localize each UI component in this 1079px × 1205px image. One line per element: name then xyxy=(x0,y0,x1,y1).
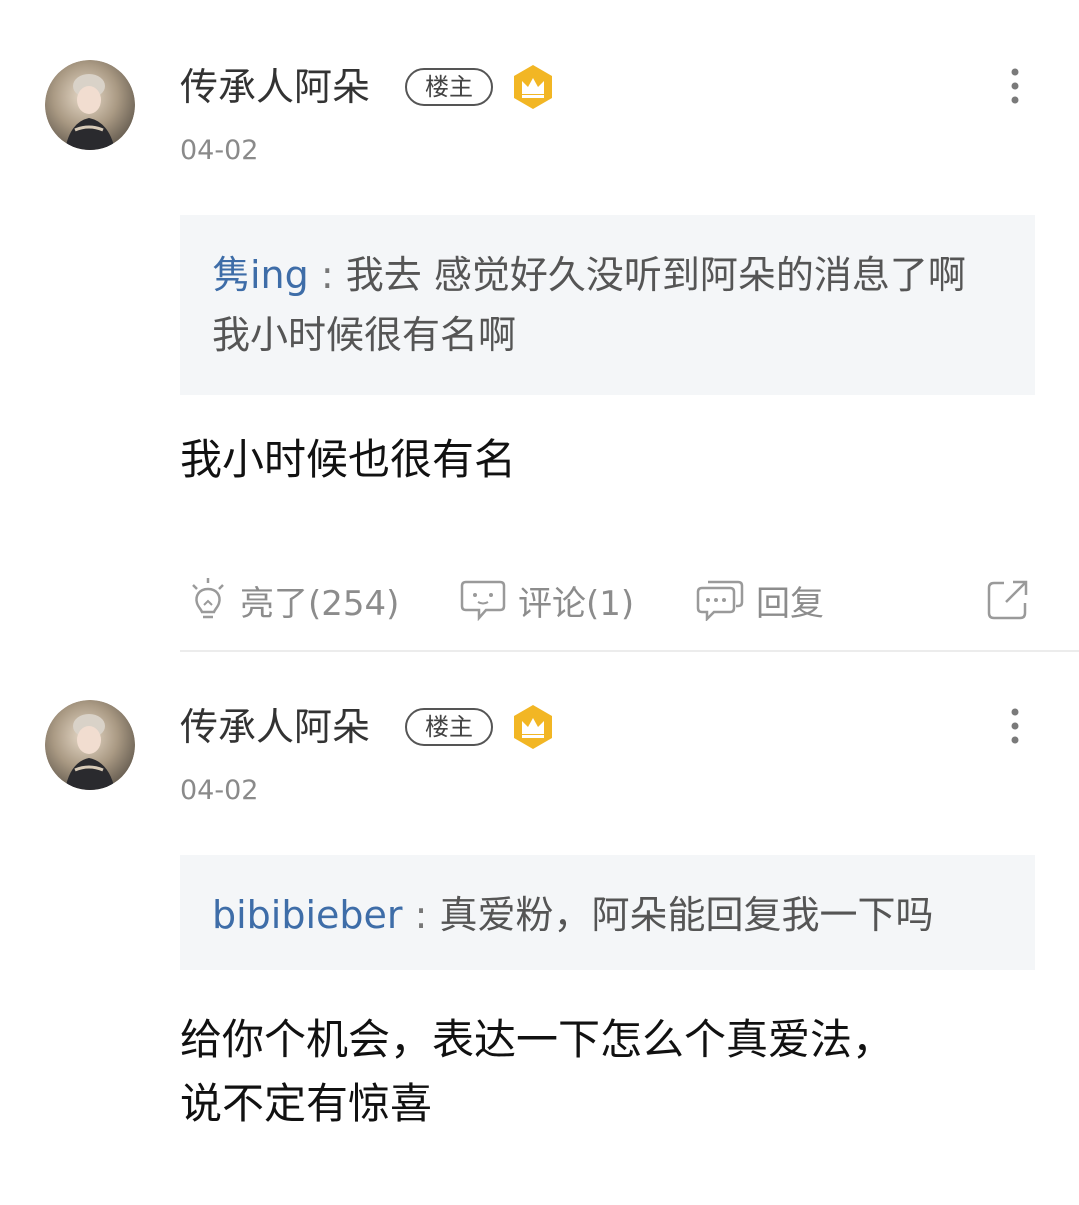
crown-icon xyxy=(512,64,554,110)
share-button[interactable] xyxy=(986,570,1030,630)
host-badge: 楼主 xyxy=(405,68,493,106)
lightbulb-icon xyxy=(192,578,224,619)
post-date: 04-02 xyxy=(180,775,259,806)
post-divider xyxy=(180,650,1079,652)
quoted-username[interactable]: 隽ing xyxy=(212,253,309,297)
reply-icon xyxy=(696,580,744,621)
reply-text: 我小时候也很有名 xyxy=(180,435,517,484)
action-bar: 亮了(254) 评论(1) 回复 xyxy=(180,570,1040,630)
user-avatar[interactable] xyxy=(45,700,135,790)
comment-icon xyxy=(460,580,506,621)
quoted-comment[interactable]: 隽ing : 我去 感觉好久没听到阿朵的消息了啊 我小时候很有名啊 xyxy=(180,215,1035,395)
like-count: 亮了(254) xyxy=(240,583,400,624)
more-options-icon[interactable] xyxy=(1000,64,1030,108)
quote-separator: : xyxy=(402,893,440,937)
avatar-image xyxy=(45,60,135,150)
like-button[interactable]: 亮了(254) xyxy=(188,570,399,630)
quote-separator: : xyxy=(308,253,346,297)
comment-button[interactable]: 评论(1) xyxy=(460,570,634,630)
reply-line: 给你个机会，表达一下怎么个真爱法， xyxy=(180,1015,895,1064)
post-date: 04-02 xyxy=(180,135,259,166)
username[interactable]: 传承人阿朵 xyxy=(180,702,370,752)
username[interactable]: 传承人阿朵 xyxy=(180,62,370,112)
quoted-text: 真爱粉，阿朵能回复我一下吗 xyxy=(439,893,934,937)
crown-icon xyxy=(512,704,554,750)
avatar-image xyxy=(45,700,135,790)
reply-text: 给你个机会，表达一下怎么个真爱法， 说不定有惊喜 xyxy=(180,1008,1040,1136)
user-avatar[interactable] xyxy=(45,60,135,150)
comment-count: 评论(1) xyxy=(518,583,635,624)
more-options-icon[interactable] xyxy=(1000,704,1030,748)
reply-line: 说不定有惊喜 xyxy=(180,1079,433,1128)
quoted-username[interactable]: bibibieber xyxy=(212,893,403,937)
quoted-comment[interactable]: bibibieber : 真爱粉，阿朵能回复我一下吗 xyxy=(180,855,1035,970)
share-icon xyxy=(987,580,1028,620)
reply-button[interactable]: 回复 xyxy=(696,570,824,630)
reply-label: 回复 xyxy=(756,583,824,624)
host-badge: 楼主 xyxy=(405,708,493,746)
